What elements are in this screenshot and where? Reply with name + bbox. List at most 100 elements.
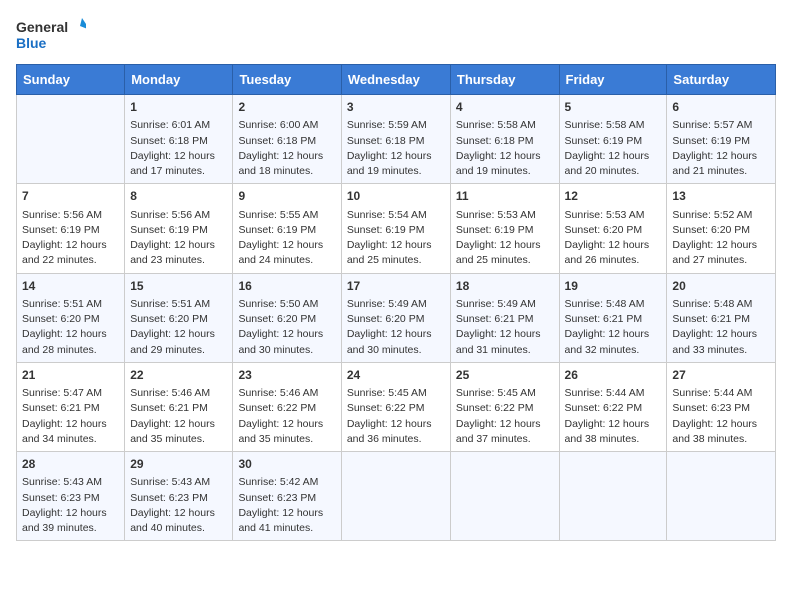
calendar-cell: 1 Sunrise: 6:01 AM Sunset: 6:18 PM Daylig… — [125, 95, 233, 184]
svg-text:General: General — [16, 19, 68, 35]
day-number: 17 — [347, 278, 445, 295]
calendar-cell: 29 Sunrise: 5:43 AM Sunset: 6:23 PM Dayli… — [125, 452, 233, 541]
calendar-cell — [559, 452, 667, 541]
week-row-4: 21 Sunrise: 5:47 AM Sunset: 6:21 PM Dayli… — [17, 362, 776, 451]
day-number: 13 — [672, 188, 770, 205]
cell-content: Sunrise: 5:52 AM Sunset: 6:20 PM Dayligh… — [672, 208, 770, 269]
day-number: 2 — [238, 99, 335, 116]
week-row-3: 14 Sunrise: 5:51 AM Sunset: 6:20 PM Dayli… — [17, 273, 776, 362]
cell-content: Sunrise: 5:56 AM Sunset: 6:19 PM Dayligh… — [22, 208, 119, 269]
day-number: 8 — [130, 188, 227, 205]
day-number: 28 — [22, 456, 119, 473]
calendar-cell: 5Sunrise: 5:58 AM Sunset: 6:19 PM Daylig… — [559, 95, 667, 184]
calendar-cell: 10 Sunrise: 5:54 AM Sunset: 6:19 PM Dayli… — [341, 184, 450, 273]
header-cell-wednesday: Wednesday — [341, 65, 450, 95]
cell-content: Sunrise: 5:57 AM Sunset: 6:19 PM Dayligh… — [672, 118, 770, 179]
cell-content: Sunrise: 5:50 AM Sunset: 6:20 PM Dayligh… — [238, 297, 335, 358]
cell-content: Sunrise: 5:45 AM Sunset: 6:22 PM Dayligh… — [456, 386, 554, 447]
day-number: 26 — [565, 367, 662, 384]
header-row: SundayMondayTuesdayWednesdayThursdayFrid… — [17, 65, 776, 95]
day-number: 10 — [347, 188, 445, 205]
day-number: 23 — [238, 367, 335, 384]
cell-content: Sunrise: 5:51 AM Sunset: 6:20 PM Dayligh… — [22, 297, 119, 358]
cell-content: Sunrise: 5:48 AM Sunset: 6:21 PM Dayligh… — [672, 297, 770, 358]
calendar-cell: 4 Sunrise: 5:58 AM Sunset: 6:18 PM Daylig… — [450, 95, 559, 184]
day-number: 30 — [238, 456, 335, 473]
day-number: 15 — [130, 278, 227, 295]
header-cell-saturday: Saturday — [667, 65, 776, 95]
calendar-cell: 11 Sunrise: 5:53 AM Sunset: 6:19 PM Dayli… — [450, 184, 559, 273]
header-cell-monday: Monday — [125, 65, 233, 95]
day-number: 9 — [238, 188, 335, 205]
day-number: 11 — [456, 188, 554, 205]
calendar-cell: 14 Sunrise: 5:51 AM Sunset: 6:20 PM Dayli… — [17, 273, 125, 362]
cell-content: Sunrise: 5:42 AM Sunset: 6:23 PM Dayligh… — [238, 475, 335, 536]
calendar-cell: 30 Sunrise: 5:42 AM Sunset: 6:23 PM Dayli… — [233, 452, 341, 541]
day-number: 25 — [456, 367, 554, 384]
cell-content: Sunrise: 5:43 AM Sunset: 6:23 PM Dayligh… — [130, 475, 227, 536]
cell-content: Sunrise: 5:54 AM Sunset: 6:19 PM Dayligh… — [347, 208, 445, 269]
calendar-cell: 3Sunrise: 5:59 AM Sunset: 6:18 PM Daylig… — [341, 95, 450, 184]
day-number: 7 — [22, 188, 119, 205]
cell-content: Sunrise: 5:49 AM Sunset: 6:21 PM Dayligh… — [456, 297, 554, 358]
cell-content: Sunrise: 5:43 AM Sunset: 6:23 PM Dayligh… — [22, 475, 119, 536]
cell-content: Sunrise: 5:56 AM Sunset: 6:19 PM Dayligh… — [130, 208, 227, 269]
calendar-cell: 26 Sunrise: 5:44 AM Sunset: 6:22 PM Dayli… — [559, 362, 667, 451]
day-number: 21 — [22, 367, 119, 384]
cell-content: Sunrise: 5:46 AM Sunset: 6:22 PM Dayligh… — [238, 386, 335, 447]
calendar-table: SundayMondayTuesdayWednesdayThursdayFrid… — [16, 64, 776, 541]
cell-content: Sunrise: 6:01 AM Sunset: 6:18 PM Dayligh… — [130, 118, 227, 179]
cell-content: Sunrise: 5:48 AM Sunset: 6:21 PM Dayligh… — [565, 297, 662, 358]
cell-content: Sunrise: 5:55 AM Sunset: 6:19 PM Dayligh… — [238, 208, 335, 269]
calendar-cell — [17, 95, 125, 184]
calendar-cell: 27 Sunrise: 5:44 AM Sunset: 6:23 PM Dayli… — [667, 362, 776, 451]
day-number: 5 — [565, 99, 662, 116]
cell-content: Sunrise: 6:00 AM Sunset: 6:18 PM Dayligh… — [238, 118, 335, 179]
calendar-cell: 21 Sunrise: 5:47 AM Sunset: 6:21 PM Dayli… — [17, 362, 125, 451]
svg-text:Blue: Blue — [16, 35, 47, 51]
calendar-cell: 2 Sunrise: 6:00 AM Sunset: 6:18 PM Daylig… — [233, 95, 341, 184]
calendar-cell: 12Sunrise: 5:53 AM Sunset: 6:20 PM Dayli… — [559, 184, 667, 273]
header-cell-sunday: Sunday — [17, 65, 125, 95]
day-number: 29 — [130, 456, 227, 473]
calendar-cell — [667, 452, 776, 541]
calendar-cell: 22 Sunrise: 5:46 AM Sunset: 6:21 PM Dayli… — [125, 362, 233, 451]
logo-svg: General Blue — [16, 16, 86, 52]
cell-content: Sunrise: 5:44 AM Sunset: 6:22 PM Dayligh… — [565, 386, 662, 447]
calendar-cell — [341, 452, 450, 541]
week-row-5: 28 Sunrise: 5:43 AM Sunset: 6:23 PM Dayli… — [17, 452, 776, 541]
header-cell-thursday: Thursday — [450, 65, 559, 95]
week-row-1: 1 Sunrise: 6:01 AM Sunset: 6:18 PM Daylig… — [17, 95, 776, 184]
cell-content: Sunrise: 5:53 AM Sunset: 6:19 PM Dayligh… — [456, 208, 554, 269]
calendar-body: 1 Sunrise: 6:01 AM Sunset: 6:18 PM Daylig… — [17, 95, 776, 541]
calendar-cell: 7 Sunrise: 5:56 AM Sunset: 6:19 PM Daylig… — [17, 184, 125, 273]
calendar-cell: 20 Sunrise: 5:48 AM Sunset: 6:21 PM Dayli… — [667, 273, 776, 362]
day-number: 1 — [130, 99, 227, 116]
day-number: 24 — [347, 367, 445, 384]
cell-content: Sunrise: 5:46 AM Sunset: 6:21 PM Dayligh… — [130, 386, 227, 447]
cell-content: Sunrise: 5:47 AM Sunset: 6:21 PM Dayligh… — [22, 386, 119, 447]
calendar-cell: 28 Sunrise: 5:43 AM Sunset: 6:23 PM Dayli… — [17, 452, 125, 541]
day-number: 20 — [672, 278, 770, 295]
day-number: 14 — [22, 278, 119, 295]
day-number: 19 — [565, 278, 662, 295]
calendar-cell: 13 Sunrise: 5:52 AM Sunset: 6:20 PM Dayli… — [667, 184, 776, 273]
calendar-cell: 18 Sunrise: 5:49 AM Sunset: 6:21 PM Dayli… — [450, 273, 559, 362]
header-cell-tuesday: Tuesday — [233, 65, 341, 95]
day-number: 27 — [672, 367, 770, 384]
cell-content: Sunrise: 5:44 AM Sunset: 6:23 PM Dayligh… — [672, 386, 770, 447]
day-number: 3 — [347, 99, 445, 116]
calendar-cell: 6Sunrise: 5:57 AM Sunset: 6:19 PM Daylig… — [667, 95, 776, 184]
cell-content: Sunrise: 5:53 AM Sunset: 6:20 PM Dayligh… — [565, 208, 662, 269]
day-number: 18 — [456, 278, 554, 295]
day-number: 4 — [456, 99, 554, 116]
cell-content: Sunrise: 5:58 AM Sunset: 6:18 PM Dayligh… — [456, 118, 554, 179]
calendar-cell: 15Sunrise: 5:51 AM Sunset: 6:20 PM Dayli… — [125, 273, 233, 362]
day-number: 22 — [130, 367, 227, 384]
calendar-cell: 23 Sunrise: 5:46 AM Sunset: 6:22 PM Dayli… — [233, 362, 341, 451]
calendar-cell: 24Sunrise: 5:45 AM Sunset: 6:22 PM Dayli… — [341, 362, 450, 451]
calendar-cell: 8 Sunrise: 5:56 AM Sunset: 6:19 PM Daylig… — [125, 184, 233, 273]
week-row-2: 7 Sunrise: 5:56 AM Sunset: 6:19 PM Daylig… — [17, 184, 776, 273]
calendar-cell: 25 Sunrise: 5:45 AM Sunset: 6:22 PM Dayli… — [450, 362, 559, 451]
calendar-cell: 16Sunrise: 5:50 AM Sunset: 6:20 PM Dayli… — [233, 273, 341, 362]
